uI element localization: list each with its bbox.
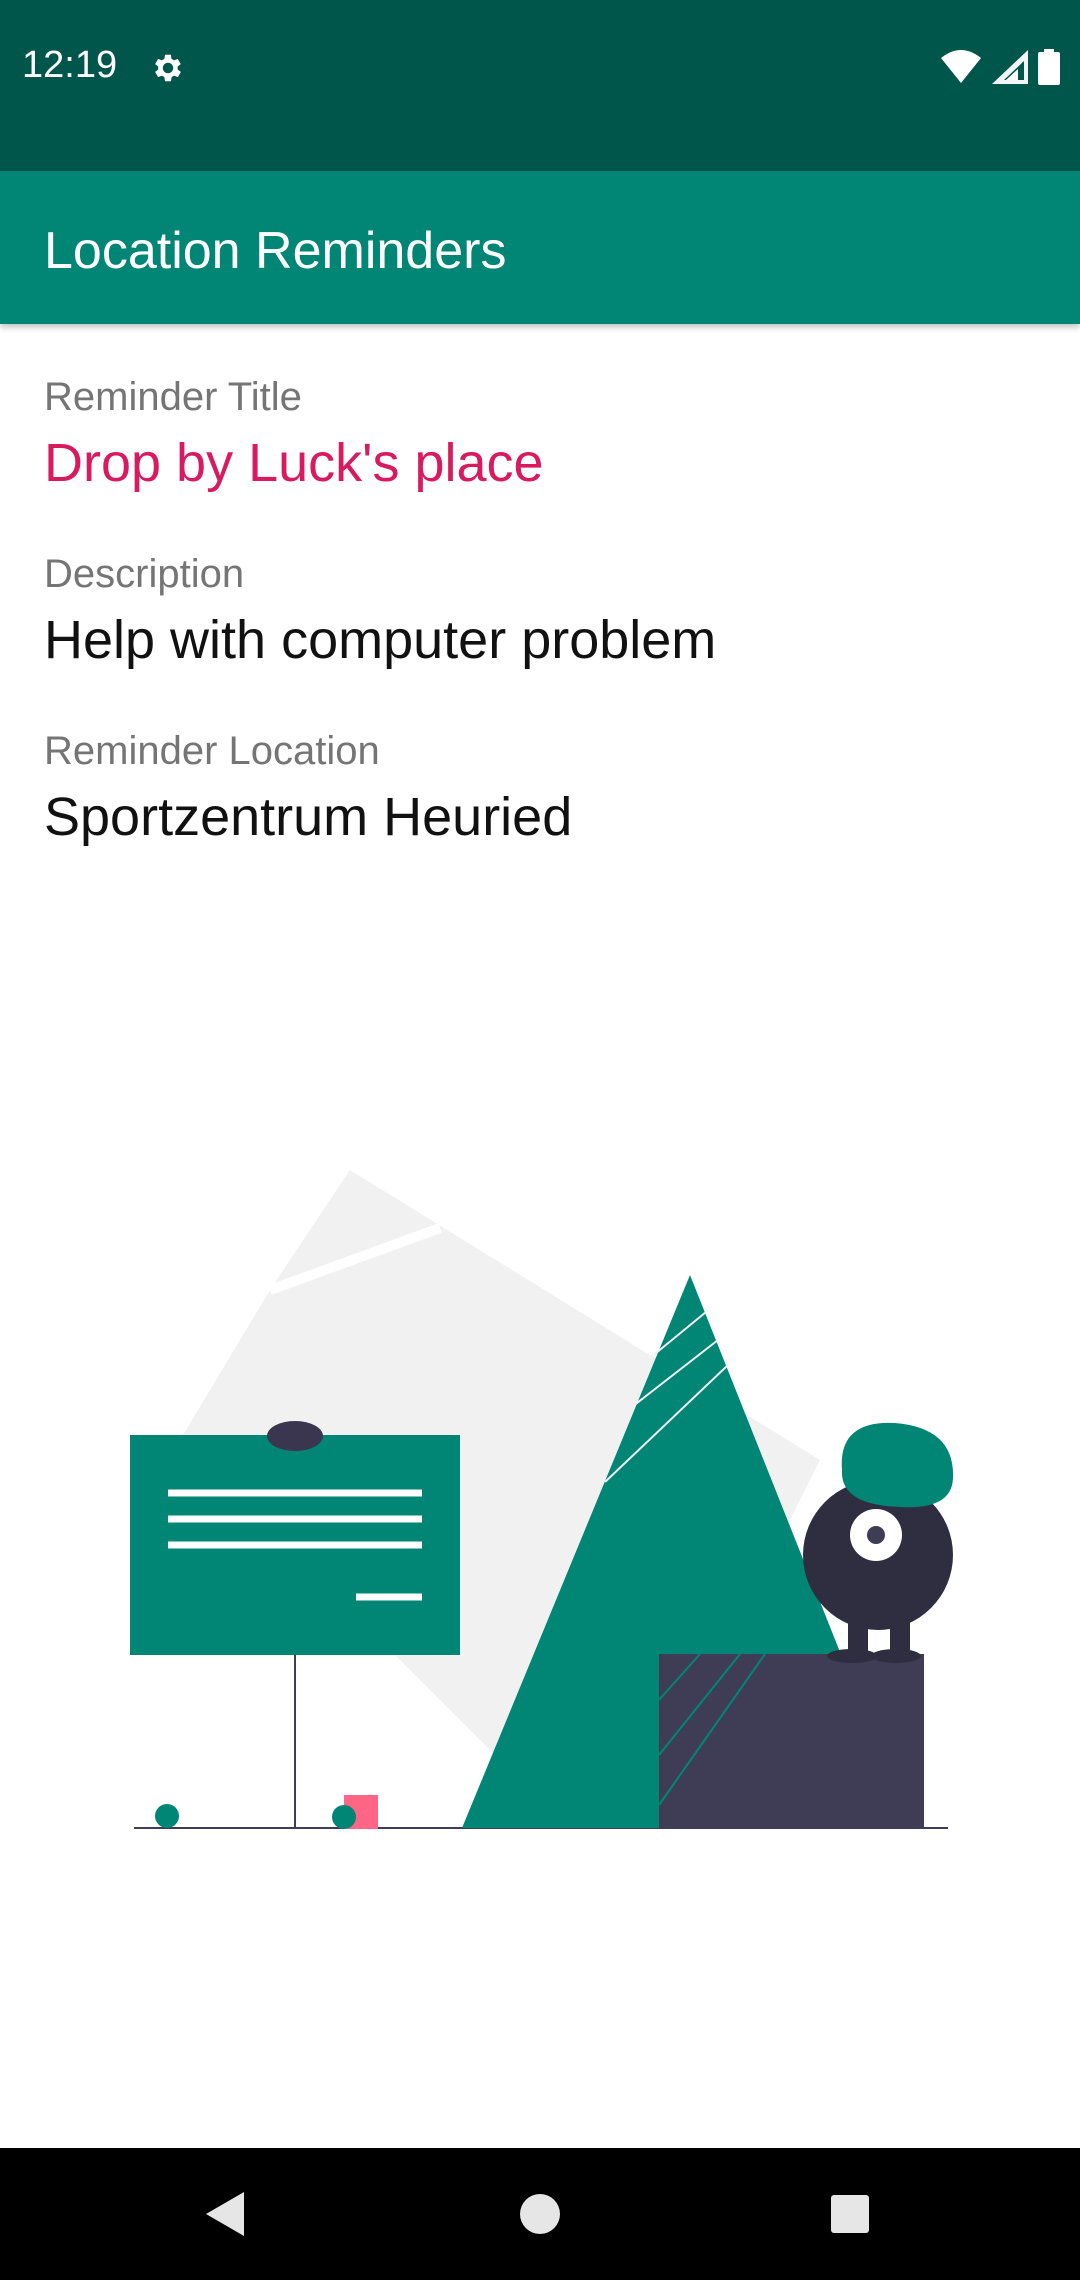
description-label: Description: [44, 552, 245, 596]
status-time: 12:19: [22, 44, 118, 86]
navigation-bar: [0, 2148, 1080, 2280]
recents-button[interactable]: [790, 2148, 910, 2280]
app-bar: Location Reminders: [0, 171, 1080, 324]
home-button[interactable]: [480, 2148, 600, 2280]
reminder-title-value: Drop by Luck's place: [44, 433, 544, 493]
status-bar: 12:19: [0, 0, 1080, 171]
app-title: Location Reminders: [44, 222, 507, 280]
status-icons: [940, 48, 1060, 86]
wifi-icon: [941, 50, 981, 83]
home-icon: [520, 2194, 560, 2234]
back-button[interactable]: [166, 2148, 286, 2280]
recents-icon: [831, 2195, 869, 2233]
reminder-location-label: Reminder Location: [44, 729, 380, 773]
reminder-title-label: Reminder Title: [44, 375, 302, 419]
battery-icon: [1038, 49, 1060, 85]
description-value: Help with computer problem: [44, 610, 717, 670]
signal-icon: [992, 50, 1028, 84]
reminder-illustration: [130, 1170, 954, 1829]
back-icon: [206, 2192, 244, 2236]
reminder-location-value: Sportzentrum Heuried: [44, 787, 573, 847]
gear-icon: [155, 54, 181, 82]
